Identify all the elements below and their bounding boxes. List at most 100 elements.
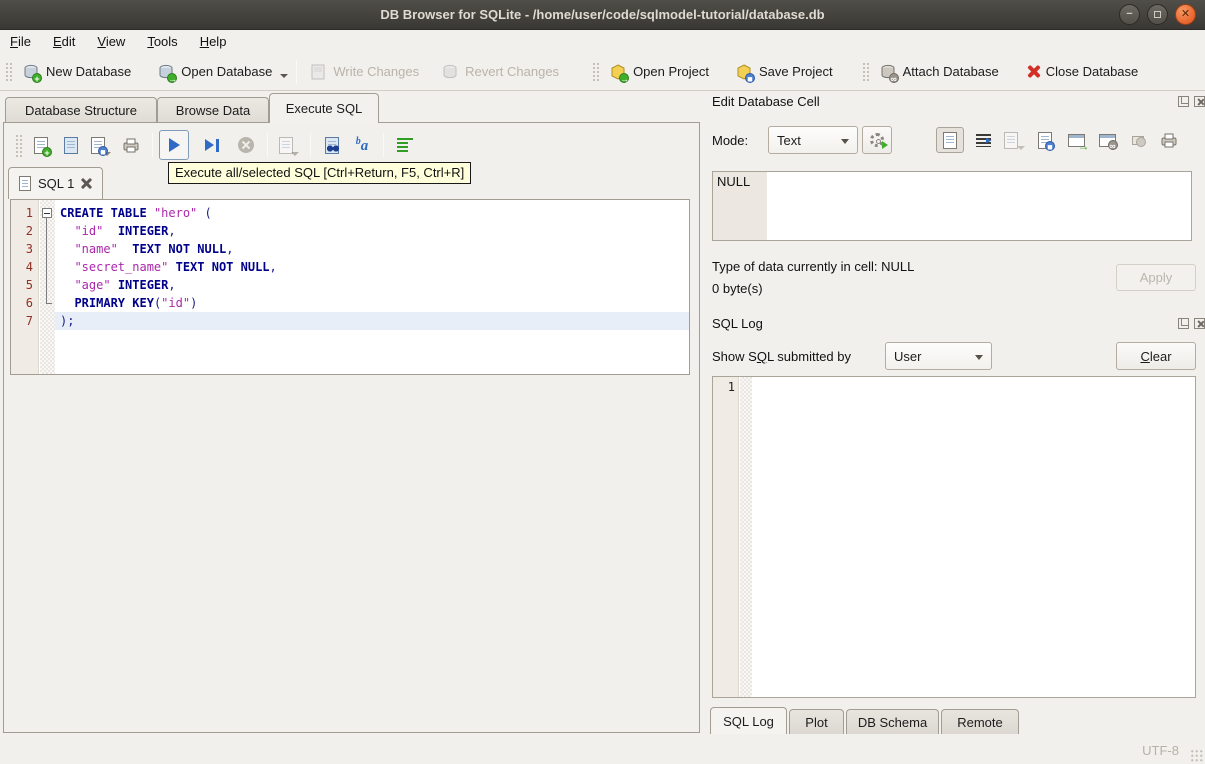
- code-text: );: [55, 312, 689, 330]
- log-line-number: 1: [727, 380, 735, 394]
- maximize-button[interactable]: [1147, 4, 1168, 25]
- mode-combobox[interactable]: Text: [768, 126, 858, 154]
- chevron-down-icon: [975, 355, 983, 360]
- line-number: 2: [25, 224, 33, 238]
- sql-document-tab[interactable]: SQL 1: [8, 167, 104, 199]
- print-icon: [122, 136, 140, 154]
- word-wrap-button[interactable]: [971, 127, 995, 153]
- format-sql-button[interactable]: [390, 130, 420, 160]
- fold-cell: [39, 276, 55, 294]
- sql-log-title: SQL Log: [712, 316, 763, 331]
- cell-value-editor[interactable]: NULL: [712, 171, 1192, 241]
- code-text: "name" TEXT NOT NULL,: [74, 242, 234, 256]
- menu-view[interactable]: View: [97, 34, 125, 49]
- set-null-button: [1126, 127, 1150, 153]
- float-dock-icon[interactable]: [1178, 318, 1189, 329]
- execute-line-button[interactable]: [197, 130, 227, 160]
- edit-cell-dock-buttons: [1178, 96, 1205, 107]
- open-external-button[interactable]: →: [1064, 127, 1090, 153]
- toolbar-separator: [383, 133, 384, 157]
- code-line[interactable]: 3 "name" TEXT NOT NULL,: [11, 240, 689, 258]
- find-button[interactable]: [317, 130, 347, 160]
- line-number: 4: [25, 260, 33, 274]
- fold-collapse-icon[interactable]: [42, 208, 52, 218]
- revert-changes-button: Revert Changes: [435, 59, 565, 85]
- replace-button[interactable]: ba: [347, 130, 377, 160]
- line-number: 1: [25, 206, 33, 220]
- execute-all-button[interactable]: [159, 130, 189, 160]
- menu-file[interactable]: File: [10, 34, 31, 49]
- new-tab-button[interactable]: +: [26, 130, 56, 160]
- attach-database-button[interactable]: ∞ Attach Database: [873, 59, 1005, 85]
- code-text: "age" INTEGER,: [74, 278, 176, 292]
- cell-type-info: Type of data currently in cell: NULL: [712, 259, 915, 274]
- clear-log-button[interactable]: Clear: [1116, 342, 1196, 370]
- database-open-icon: →: [157, 63, 178, 84]
- toolbar-grip[interactable]: [860, 60, 869, 83]
- sql-code-editor[interactable]: 1 CREATE TABLE "hero" (2 "id" INTEGER, 3 "…: [10, 199, 690, 375]
- fold-cell: [39, 240, 55, 258]
- save-sql-file-icon: ■: [91, 136, 108, 157]
- open-window-link-button[interactable]: ∞: [1095, 127, 1119, 153]
- apply-button: Apply: [1116, 264, 1196, 291]
- open-external-icon: →: [1067, 133, 1090, 152]
- open-project-button[interactable]: → Open Project: [603, 59, 715, 85]
- word-wrap-icon: [975, 133, 991, 147]
- print-cell-button[interactable]: [1157, 127, 1181, 153]
- tab-sql-log[interactable]: SQL Log: [710, 707, 787, 734]
- cell-size-info: 0 byte(s): [712, 281, 763, 296]
- cell-editor-icons: ■ → ∞: [936, 127, 1181, 153]
- apply-settings-button[interactable]: [862, 126, 892, 154]
- open-sql-file-button[interactable]: [56, 130, 86, 160]
- open-database-dropdown-icon[interactable]: [280, 73, 289, 78]
- edit-cell-title: Edit Database Cell: [712, 94, 820, 109]
- code-line[interactable]: 5 "age" INTEGER,: [11, 276, 689, 294]
- toolbar-separator: [152, 133, 153, 157]
- line-number: 3: [25, 242, 33, 256]
- open-database-button[interactable]: → Open Database: [151, 59, 278, 85]
- new-database-button[interactable]: + New Database: [16, 59, 137, 85]
- tab-database-structure[interactable]: Database Structure: [5, 97, 157, 123]
- code-line[interactable]: 2 "id" INTEGER,: [11, 222, 689, 240]
- save-sql-file-button[interactable]: ■: [86, 130, 116, 160]
- minimize-button[interactable]: −: [1119, 4, 1140, 25]
- import-data-button: [1002, 127, 1026, 153]
- code-line[interactable]: 4 "secret_name" TEXT NOT NULL,: [11, 258, 689, 276]
- save-project-button[interactable]: ■ Save Project: [729, 59, 839, 85]
- titlebar[interactable]: DB Browser for SQLite - /home/user/code/…: [0, 0, 1205, 30]
- code-line[interactable]: 6 PRIMARY KEY("id"): [11, 294, 689, 312]
- toolbar-grip[interactable]: [591, 60, 600, 83]
- code-text: "secret_name" TEXT NOT NULL,: [74, 260, 277, 274]
- resize-grip[interactable]: [1190, 749, 1203, 762]
- menu-tools[interactable]: Tools: [147, 34, 177, 49]
- text-mode-button[interactable]: [936, 127, 964, 153]
- code-line[interactable]: 7);: [11, 312, 689, 330]
- tab-plot[interactable]: Plot: [789, 709, 844, 734]
- code-line[interactable]: 1 CREATE TABLE "hero" (: [11, 204, 689, 222]
- toolbar-grip[interactable]: [4, 60, 12, 83]
- code-text: CREATE TABLE "hero" (: [60, 206, 212, 220]
- close-button[interactable]: ✕: [1175, 4, 1196, 25]
- tab-db-schema[interactable]: DB Schema: [846, 709, 939, 734]
- sql-log-view[interactable]: 1: [712, 376, 1196, 698]
- sql-tab-label: SQL 1: [38, 176, 75, 191]
- toolbar-separator: [310, 133, 311, 157]
- export-data-button[interactable]: ■: [1033, 127, 1057, 153]
- toolbar-grip[interactable]: [14, 133, 22, 157]
- close-database-button[interactable]: Close Database: [1021, 60, 1145, 83]
- float-dock-icon[interactable]: [1178, 96, 1189, 107]
- menu-edit[interactable]: Edit: [53, 34, 75, 49]
- fold-cell: [39, 294, 55, 312]
- menu-help[interactable]: Help: [200, 34, 227, 49]
- print-button[interactable]: [116, 130, 146, 160]
- execute-tooltip: Execute all/selected SQL [Ctrl+Return, F…: [168, 162, 472, 184]
- close-dock-icon[interactable]: [1194, 318, 1205, 329]
- tab-browse-data[interactable]: Browse Data: [157, 97, 269, 123]
- tab-execute-sql[interactable]: Execute SQL: [269, 93, 379, 123]
- tab-remote[interactable]: Remote: [941, 709, 1019, 734]
- close-dock-icon[interactable]: [1194, 96, 1205, 107]
- sql-log-filter-combobox[interactable]: User: [885, 342, 992, 370]
- text-mode-icon: [943, 131, 957, 149]
- close-tab-icon[interactable]: [81, 178, 92, 189]
- save-results-icon: [279, 136, 293, 154]
